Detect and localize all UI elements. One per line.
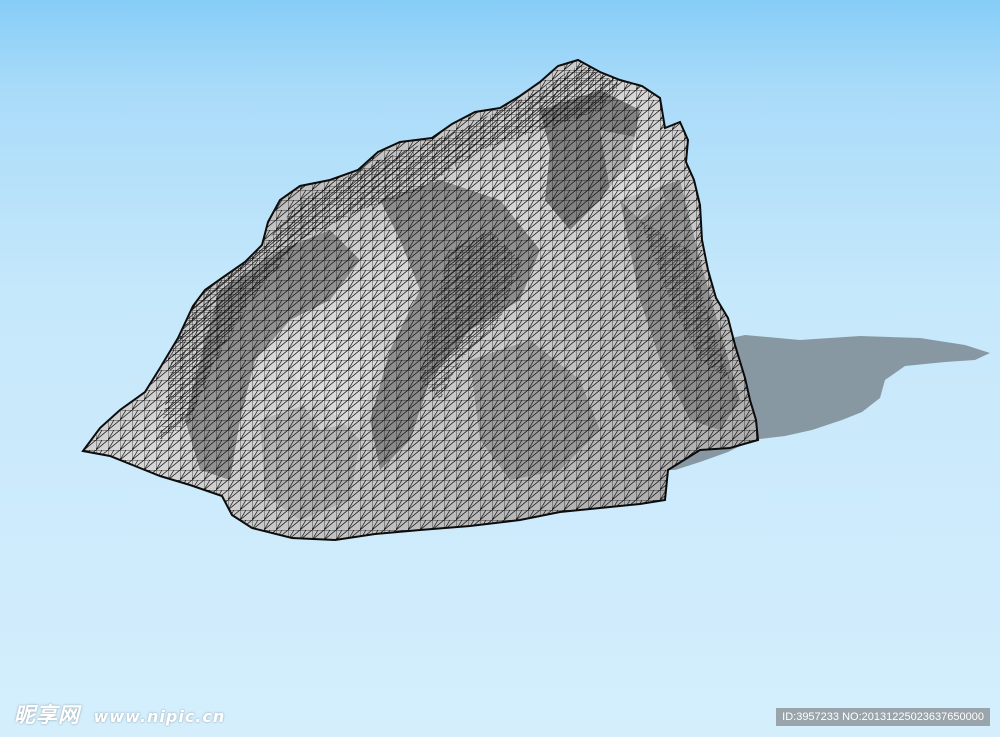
render-canvas xyxy=(82,59,990,541)
nipic-watermark-logo: 昵享网 www.nipic.cn xyxy=(14,699,225,729)
watermark-url: www.nipic.cn xyxy=(93,707,226,726)
watermark-logo-text: 昵享网 xyxy=(14,703,80,727)
scene-viewport: 昵享网 www.nipic.cn ID:3957233 NO:201312250… xyxy=(0,0,1000,737)
image-id-badge: ID:3957233 NO:20131225023637650000 xyxy=(776,708,990,726)
